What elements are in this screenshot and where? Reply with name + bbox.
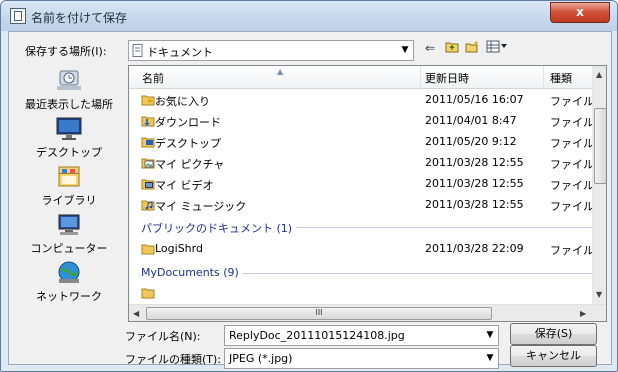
scroll-down-icon[interactable]: ▼ bbox=[596, 290, 602, 299]
horizontal-scroll-thumb[interactable]: III bbox=[146, 307, 492, 320]
file-list[interactable]: 名前 ▲ 更新日時 種類 お気に入り 2011/05/16 16:07 ファイル… bbox=[128, 65, 607, 322]
column-name[interactable]: 名前 bbox=[142, 70, 164, 86]
place-label: 最近表示した場所 bbox=[25, 98, 113, 111]
place-label: ライブラリ bbox=[41, 194, 97, 207]
app-icon bbox=[10, 8, 26, 24]
place-network[interactable]: ネットワーク bbox=[15, 258, 123, 306]
videos-folder-icon bbox=[141, 179, 155, 190]
group-label: MyDocuments (9) bbox=[141, 266, 243, 279]
library-icon bbox=[58, 166, 80, 187]
chevron-down-icon[interactable]: ▼ bbox=[482, 326, 498, 345]
close-button[interactable]: x bbox=[550, 2, 610, 23]
documents-icon bbox=[132, 44, 143, 57]
filetype-select[interactable]: JPEG (*.jpg) ▼ bbox=[224, 348, 499, 369]
file-name: デスクトップ bbox=[155, 137, 221, 150]
list-item[interactable]: マイ ピクチャ 2011/03/28 12:55 ファイル フ bbox=[129, 153, 606, 174]
filename-label: ファイル名(N): bbox=[125, 330, 201, 343]
view-menu-icon[interactable] bbox=[486, 40, 508, 56]
place-computer[interactable]: コンピューター bbox=[15, 210, 123, 258]
column-header: 名前 ▲ 更新日時 種類 bbox=[129, 66, 592, 89]
file-name: マイ ミュージック bbox=[155, 200, 247, 213]
recent-places-icon bbox=[57, 70, 81, 90]
file-name: ダウンロード bbox=[155, 116, 221, 129]
scroll-right-icon[interactable]: ▶ bbox=[580, 309, 586, 318]
file-date: 2011/04/01 8:47 bbox=[425, 114, 517, 127]
dialog-body: 保存する場所(I): ドキュメント ▼ ⇐ 最近表示した場所 デスクトップ ライ… bbox=[8, 31, 612, 369]
list-item[interactable]: お気に入り 2011/05/16 16:07 ファイル フ bbox=[129, 90, 606, 111]
file-date: 2011/03/28 12:55 bbox=[425, 198, 524, 211]
pictures-folder-icon bbox=[141, 158, 155, 169]
downloads-folder-icon bbox=[141, 116, 155, 127]
desktop-icon bbox=[56, 117, 82, 140]
save-as-dialog: 名前を付けて保存 x 保存する場所(I): ドキュメント ▼ ⇐ 最近表示した場… bbox=[0, 0, 618, 372]
music-folder-icon bbox=[141, 200, 155, 211]
chevron-down-icon[interactable]: ▼ bbox=[482, 349, 498, 368]
computer-icon bbox=[58, 214, 80, 235]
file-date: 2011/03/28 12:55 bbox=[425, 177, 524, 190]
title-bar[interactable]: 名前を付けて保存 x bbox=[1, 1, 617, 31]
network-icon bbox=[58, 261, 80, 283]
place-label: デスクトップ bbox=[36, 146, 102, 159]
horizontal-scrollbar[interactable]: ◀ III ▶ bbox=[129, 304, 606, 321]
chevron-down-icon[interactable]: ▼ bbox=[397, 41, 413, 60]
file-name: お気に入り bbox=[155, 95, 210, 108]
new-folder-icon[interactable] bbox=[465, 40, 480, 56]
folder-icon bbox=[141, 288, 155, 299]
list-item[interactable]: マイ ビデオ 2011/03/28 12:55 ファイル フ bbox=[129, 174, 606, 195]
folder-icon bbox=[141, 244, 155, 255]
place-label: ネットワーク bbox=[36, 290, 102, 303]
scroll-left-icon[interactable]: ◀ bbox=[133, 309, 139, 318]
save-location-label: 保存する場所(I): bbox=[25, 45, 107, 58]
desktop-folder-icon bbox=[141, 137, 155, 148]
group-header-public[interactable]: パブリックのドキュメント (1) bbox=[141, 218, 592, 236]
file-date: 2011/03/28 22:09 bbox=[425, 242, 524, 255]
scroll-up-icon[interactable]: ▲ bbox=[596, 70, 602, 79]
column-date[interactable]: 更新日時 bbox=[425, 70, 469, 86]
save-location-value: ドキュメント bbox=[147, 46, 213, 59]
vertical-scrollbar[interactable]: ▲ ▼ bbox=[592, 66, 606, 304]
back-icon[interactable]: ⇐ bbox=[425, 41, 435, 55]
up-folder-icon[interactable] bbox=[445, 40, 459, 56]
favorites-folder-icon bbox=[141, 95, 155, 106]
list-item[interactable]: マイ ミュージック 2011/03/28 12:55 ファイル フ bbox=[129, 195, 606, 216]
file-name: マイ ビデオ bbox=[155, 179, 214, 192]
window-title: 名前を付けて保存 bbox=[31, 11, 128, 25]
cancel-button[interactable]: キャンセル bbox=[510, 345, 597, 367]
file-name: LogiShrd bbox=[155, 242, 203, 255]
list-item[interactable]: ダウンロード 2011/04/01 8:47 ファイル フ bbox=[129, 111, 606, 132]
file-date: 2011/03/28 12:55 bbox=[425, 156, 524, 169]
save-button[interactable]: 保存(S) bbox=[510, 323, 597, 345]
sort-ascending-icon: ▲ bbox=[277, 67, 284, 76]
file-name: マイ ピクチャ bbox=[155, 158, 225, 171]
column-type[interactable]: 種類 bbox=[550, 70, 572, 86]
save-location-combo[interactable]: ドキュメント ▼ bbox=[128, 40, 414, 61]
place-library[interactable]: ライブラリ bbox=[15, 162, 123, 210]
filename-input[interactable]: ReplyDoc_20111015124108.jpg ▼ bbox=[224, 325, 499, 346]
filename-value: ReplyDoc_20111015124108.jpg bbox=[229, 329, 405, 342]
file-date: 2011/05/16 16:07 bbox=[425, 93, 524, 106]
filetype-label: ファイルの種類(T): bbox=[125, 353, 222, 366]
vertical-scroll-thumb[interactable] bbox=[594, 108, 606, 184]
group-label: パブリックのドキュメント (1) bbox=[141, 220, 297, 236]
list-item[interactable]: LogiShrd 2011/03/28 22:09 ファイル フ bbox=[129, 239, 606, 260]
file-date: 2011/05/20 9:12 bbox=[425, 135, 517, 148]
place-label: コンピューター bbox=[30, 242, 108, 255]
filetype-value: JPEG (*.jpg) bbox=[229, 352, 293, 365]
place-desktop[interactable]: デスクトップ bbox=[15, 114, 123, 162]
group-header-mydocuments[interactable]: MyDocuments (9) bbox=[141, 264, 592, 282]
list-item[interactable]: デスクトップ 2011/05/20 9:12 ファイル フ bbox=[129, 132, 606, 153]
place-recent[interactable]: 最近表示した場所 bbox=[15, 66, 123, 114]
